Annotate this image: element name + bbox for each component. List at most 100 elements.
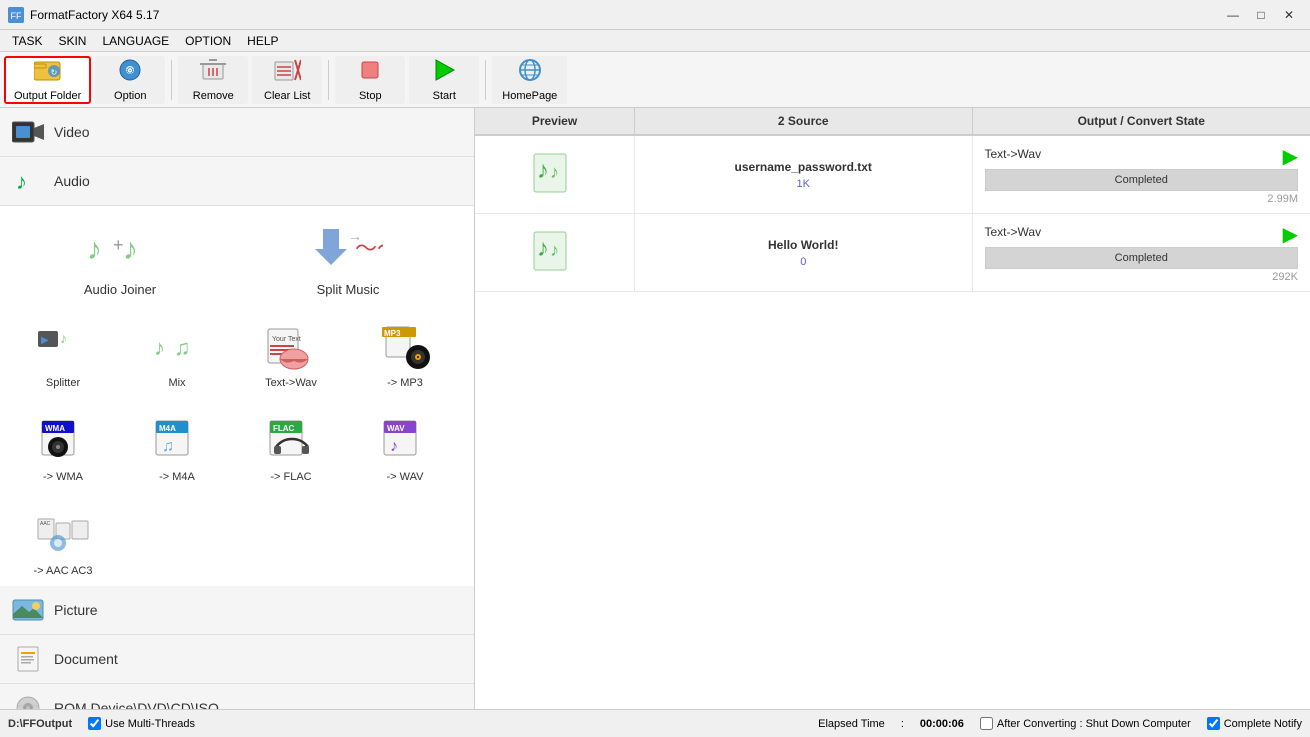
menu-language[interactable]: LANGUAGE — [94, 32, 177, 50]
filesize-2: 0 — [800, 256, 806, 268]
tool-to-wma[interactable]: WMA -> WMA — [8, 402, 118, 492]
mix-icon: ♪ ♫ — [147, 320, 207, 375]
menu-skin[interactable]: SKIN — [50, 32, 94, 50]
close-button[interactable]: ✕ — [1276, 5, 1302, 25]
maximize-button[interactable]: □ — [1248, 5, 1274, 25]
clear-list-button[interactable]: Clear List — [252, 56, 322, 104]
toolbar: ↻ Output Folder ⚙ Option Remove — [0, 52, 1310, 108]
tool-splitter[interactable]: ▶ ♪ Splitter — [8, 308, 118, 398]
preview-thumb-2: ♪ ♪ — [530, 228, 580, 278]
svg-text:AAC: AAC — [40, 521, 51, 527]
after-converting-label: After Converting : Shut Down Computer — [997, 718, 1191, 730]
audio-label: Audio — [54, 173, 90, 189]
rom-section-header[interactable]: ROM Device\DVD\CD\ISO — [0, 684, 474, 709]
convert-top-1: Text->Wav ▶ — [985, 144, 1299, 169]
svg-text:♪: ♪ — [123, 233, 138, 266]
menu-option[interactable]: OPTION — [177, 32, 239, 50]
convert-type-2: Text->Wav — [985, 225, 1283, 239]
tool-mix[interactable]: ♪ ♫ Mix — [122, 308, 232, 398]
audio-joiner-icon: ♪ + ♪ — [85, 221, 155, 276]
svg-text:♫: ♫ — [174, 335, 191, 360]
play-button-1[interactable]: ▶ — [1283, 144, 1298, 169]
shutdown-item: After Converting : Shut Down Computer — [980, 717, 1191, 730]
tool-text-to-wav[interactable]: Your Text Text->Wav — [236, 308, 346, 398]
rom-label: ROM Device\DVD\CD\ISO — [54, 700, 219, 709]
play-button-2[interactable]: ▶ — [1283, 222, 1298, 247]
svg-text:♪: ♪ — [60, 330, 67, 346]
stop-label: Stop — [359, 90, 382, 102]
menu-task[interactable]: TASK — [4, 32, 50, 50]
to-flac-label: -> FLAC — [270, 471, 311, 483]
table-body: ♪ ♪ username_password.txt 1K Text->Wav ▶ — [475, 136, 1310, 709]
tool-audio-joiner[interactable]: ♪ + ♪ Audio Joiner — [8, 214, 232, 304]
to-wma-label: -> WMA — [43, 471, 83, 483]
remove-icon — [199, 58, 227, 88]
audio-tools-area: ♪ + ♪ Audio Joiner — [0, 206, 474, 586]
svg-text:WAV: WAV — [387, 424, 405, 433]
output-size-1: 2.99M — [1267, 193, 1298, 205]
complete-notify-checkbox[interactable] — [1207, 717, 1220, 730]
tool-split-music[interactable]: → 〜〜 Split Music — [236, 214, 460, 304]
col-preview: Preview — [475, 108, 635, 134]
document-section-header[interactable]: Document — [0, 635, 474, 684]
elapsed-time-value: 00:00:06 — [920, 718, 964, 730]
separator-1 — [171, 60, 172, 100]
to-m4a-label: -> M4A — [159, 471, 195, 483]
svg-text:+: + — [113, 235, 124, 255]
gear-icon: ⚙ — [117, 58, 143, 88]
output-path: D:\FFOutput — [8, 718, 72, 730]
separator-2 — [328, 60, 329, 100]
start-icon — [430, 58, 458, 88]
menu-help[interactable]: HELP — [239, 32, 286, 50]
titlebar-controls: — □ ✕ — [1220, 5, 1302, 25]
option-button[interactable]: ⚙ Option — [95, 56, 165, 104]
picture-section-header[interactable]: Picture — [0, 586, 474, 635]
clear-list-icon — [273, 58, 301, 88]
tool-to-aac-ac3[interactable]: AAC -> AAC AC3 — [8, 496, 118, 586]
complete-notify-label: Complete Notify — [1224, 718, 1302, 730]
remove-button[interactable]: Remove — [178, 56, 248, 104]
output-cell-1: Text->Wav ▶ Completed 2.99M — [973, 136, 1310, 213]
svg-text:♪: ♪ — [537, 235, 549, 262]
statusbar: D:\FFOutput Use Multi-Threads Elapsed Ti… — [0, 709, 1310, 737]
app-icon: FF — [8, 7, 24, 23]
svg-text:♪: ♪ — [550, 240, 559, 260]
video-label: Video — [54, 124, 90, 140]
minimize-button[interactable]: — — [1220, 5, 1246, 25]
progress-bar-2: Completed — [985, 247, 1299, 269]
tool-to-m4a[interactable]: M4A ♫ -> M4A — [122, 402, 232, 492]
progress-bar-1: Completed — [985, 169, 1299, 191]
video-icon — [12, 116, 44, 148]
table-header: Preview 2 Source Output / Convert State — [475, 108, 1310, 136]
filesize-1: 1K — [797, 178, 810, 190]
homepage-button[interactable]: HomePage — [492, 56, 567, 104]
audio-joiner-label: Audio Joiner — [84, 282, 156, 297]
svg-text:M4A: M4A — [159, 424, 176, 433]
progress-label-1: Completed — [1115, 174, 1168, 186]
multi-threads-item: Use Multi-Threads — [88, 717, 195, 730]
convert-type-1: Text->Wav — [985, 147, 1283, 161]
stop-button[interactable]: Stop — [335, 56, 405, 104]
output-size-2: 292K — [1272, 271, 1298, 283]
svg-text:⚙: ⚙ — [126, 66, 135, 77]
app-title: FormatFactory X64 5.17 — [30, 8, 159, 22]
video-section-header[interactable]: Video — [0, 108, 474, 157]
col-source: 2 Source — [635, 108, 973, 134]
tool-to-wav[interactable]: WAV ♪ -> WAV — [350, 402, 460, 492]
tools-grid: ♪ + ♪ Audio Joiner — [0, 206, 474, 586]
use-multi-threads-checkbox[interactable] — [88, 717, 101, 730]
option-label: Option — [114, 90, 146, 102]
tool-to-mp3[interactable]: MP3 -> MP3 — [350, 308, 460, 398]
start-button[interactable]: Start — [409, 56, 479, 104]
audio-section-header[interactable]: ♪ Audio — [0, 157, 474, 206]
svg-text:▶: ▶ — [41, 335, 49, 346]
output-folder-button[interactable]: ↻ Output Folder — [4, 56, 91, 104]
separator-3 — [485, 60, 486, 100]
table-row: ♪ ♪ Hello World! 0 Text->Wav ▶ — [475, 214, 1310, 292]
svg-text:WMA: WMA — [45, 424, 65, 433]
preview-thumb-1: ♪ ♪ — [530, 150, 580, 200]
text-to-wav-icon: Your Text — [261, 320, 321, 375]
to-aac-ac3-label: -> AAC AC3 — [33, 565, 92, 577]
tool-to-flac[interactable]: FLAC -> FLAC — [236, 402, 346, 492]
shutdown-checkbox[interactable] — [980, 717, 993, 730]
